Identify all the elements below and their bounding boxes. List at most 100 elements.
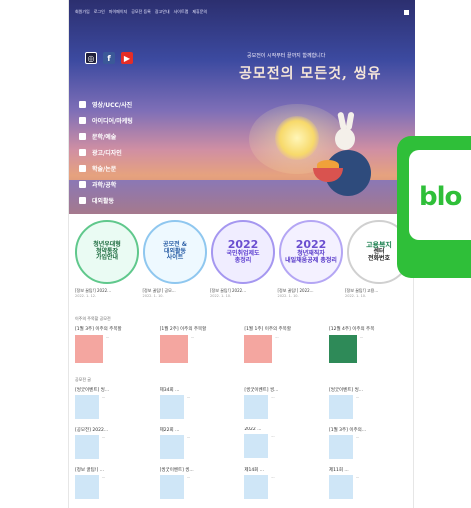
post-text: ... [102,475,106,479]
category-item[interactable]: 대외활동 [79,194,133,206]
category-item[interactable]: 아이디어/마케팅 [79,114,133,126]
category-item[interactable]: 문학/예술 [79,130,133,142]
post-grid: [씽굿이벤트] 씽...... 제34회 ...... [씽굿이벤트] 씽...… [75,387,409,499]
category-label: 과학/공학 [92,181,117,189]
post-card[interactable]: [정보 꿀팁!] ...... [75,467,155,499]
contest-card[interactable]: [1월 3주] 이주의 주목할... [75,326,155,363]
moon-illustration [275,116,319,160]
top-nav-item[interactable]: 광고안내 [155,9,170,15]
caption-date: 2022. 1. 10. [142,294,164,298]
top-nav-item[interactable]: 사이트맵 [174,9,189,15]
featured-circle[interactable]: 청년우대형 청약통장 가입안내 [75,220,139,284]
hero-tagline: 공모전이 시작부터 끝까지 함께합니다 [247,53,326,59]
category-item[interactable]: 학술/논문 [79,162,133,174]
caption[interactable]: [정보 꿀팁!] 2022... 2022. 1. 10. [210,288,276,298]
caption-date: 2022. 1. 10. [277,294,299,298]
post-card[interactable]: [씽굿이벤트] 씽...... [328,387,409,419]
post-card[interactable]: 제11회 ...... [328,467,409,499]
post-thumbnail [75,395,99,419]
post-text: ... [271,434,275,438]
post-thumbnail [244,475,269,499]
design-icon [79,148,86,156]
post-title: [씽굿이벤트] 씽... [244,388,279,393]
contest-card[interactable]: [1월 2주] 이주의 주목할... [159,326,240,363]
category-label: 대외활동 [92,197,115,205]
caption[interactable]: [정보 꿀팁!] 고용... 2022. 1. 10. [345,288,411,298]
facebook-icon[interactable]: f [103,52,115,64]
circle-bottom: 가입안내 [95,254,119,262]
top-nav: 회원가입 로그인 마이페이지 공모전 등록 광고안내 사이트맵 제휴문의 [75,9,207,15]
post-title: [씽굿이벤트] 씽... [328,388,364,393]
category-item[interactable]: 과학/공학 [79,178,133,190]
card-text: ... [190,335,194,339]
caption-date: 2022. 1. 10. [345,294,367,298]
post-card[interactable]: [씽굿이벤트] 씽...... [75,387,155,419]
category-nav: 영상/UCC/사진 아이디어/마케팅 문학/예술 광고/디자인 학술/논문 과학… [79,98,133,206]
contest-card[interactable]: [12월 4주] 이주의 주목... [328,326,409,363]
circle-bottom: 사이트 [166,254,184,262]
post-card[interactable]: 2022 ...... [244,427,324,459]
post-thumbnail [159,475,184,499]
people-icon [79,196,86,204]
youtube-icon[interactable]: ▶ [121,52,133,64]
post-card[interactable]: [1월 3주] 이주의...... [328,427,409,459]
post-title: [정보 꿀팁!] ... [75,468,105,473]
caption[interactable]: [정보 꿀팁!] 공모... 2022. 1. 10. [143,288,209,298]
top-nav-item[interactable]: 공모전 등록 [131,9,151,15]
post-title: [씽굿이벤트] 씽... [159,468,194,473]
category-item[interactable]: 영상/UCC/사진 [79,98,133,110]
utility-icons [404,9,409,15]
post-text: ... [355,475,360,479]
top-nav-item[interactable]: 회원가입 [75,9,90,15]
featured-circle[interactable]: 2022 국민취업제도 총정리 [211,220,275,284]
idea-icon [79,116,86,124]
contest-card[interactable]: [1월 1주] 이주의 주목할... [244,326,324,363]
weekly-contests-section: 이주의 주목할 공모전 [1월 3주] 이주의 주목할... [1월 2주] 이… [75,316,409,363]
category-label: 문학/예술 [92,133,117,141]
category-label: 광고/디자인 [92,149,122,157]
menu-icon[interactable] [404,9,409,15]
caption[interactable]: [정보 꿀팁!] 2022... 2022. 1. 12. [75,288,141,298]
caption[interactable]: [정보 꿀팁!] 2022... 2022. 1. 10. [278,288,344,298]
blog-logo-badge: blo [397,136,471,278]
posts-section: 공모전 글 [씽굿이벤트] 씽...... 제34회 ...... [씽굿이벤트… [75,377,409,499]
card-thumbnail [244,335,273,363]
card-list: [1월 3주] 이주의 주목할... [1월 2주] 이주의 주목할... [1… [75,326,409,363]
card-title: [1월 2주] 이주의 주목할 [159,327,207,332]
rabbit-head [335,128,355,150]
post-card[interactable]: 제14회 ...... [244,467,324,499]
blog-logo-text: blo [419,182,462,212]
top-nav-item[interactable]: 로그인 [94,9,105,15]
hero-headline: 공모전의 모든것, 씽유 [239,66,382,82]
post-text: ... [186,435,190,439]
post-thumbnail [328,435,353,459]
card-text: ... [275,335,279,339]
top-bar: 회원가입 로그인 마이페이지 공모전 등록 광고안내 사이트맵 제휴문의 [69,0,415,24]
top-nav-item[interactable]: 마이페이지 [109,9,127,15]
caption-date: 2022. 1. 10. [210,294,232,298]
top-nav-item[interactable]: 제휴문의 [192,9,207,15]
post-thumbnail [75,435,99,459]
featured-circle[interactable]: 공모전 & 대외활동 사이트 [143,220,207,284]
post-thumbnail [328,395,353,419]
circle-bottom: 전화번호 [367,255,391,263]
hero-banner[interactable]: 회원가입 로그인 마이페이지 공모전 등록 광고안내 사이트맵 제휴문의 공모전… [69,0,415,214]
featured-circle[interactable]: 2022 청년재직자 내일채움공제 총정리 [279,220,343,284]
post-title: 2022 ... [244,427,262,432]
post-card[interactable]: [공모전] 2022...... [75,427,155,459]
post-card[interactable]: 제22회 ...... [159,427,240,459]
post-card[interactable]: [씽굿이벤트] 씽...... [159,467,240,499]
post-text: ... [102,435,106,439]
section-title: 이주의 주목할 공모전 [75,316,111,321]
post-text: ... [271,475,275,479]
post-text: ... [355,395,360,399]
card-title: [12월 4주] 이주의 주목 [328,327,375,332]
category-label: 영상/UCC/사진 [92,101,133,109]
post-card[interactable]: 제34회 ...... [159,387,240,419]
post-title: 제22회 ... [159,428,180,433]
instagram-icon[interactable]: ◎ [85,52,97,64]
category-item[interactable]: 광고/디자인 [79,146,133,158]
post-thumbnail [159,395,184,419]
pen-icon [79,164,86,172]
post-card[interactable]: [씽굿이벤트] 씽...... [244,387,324,419]
